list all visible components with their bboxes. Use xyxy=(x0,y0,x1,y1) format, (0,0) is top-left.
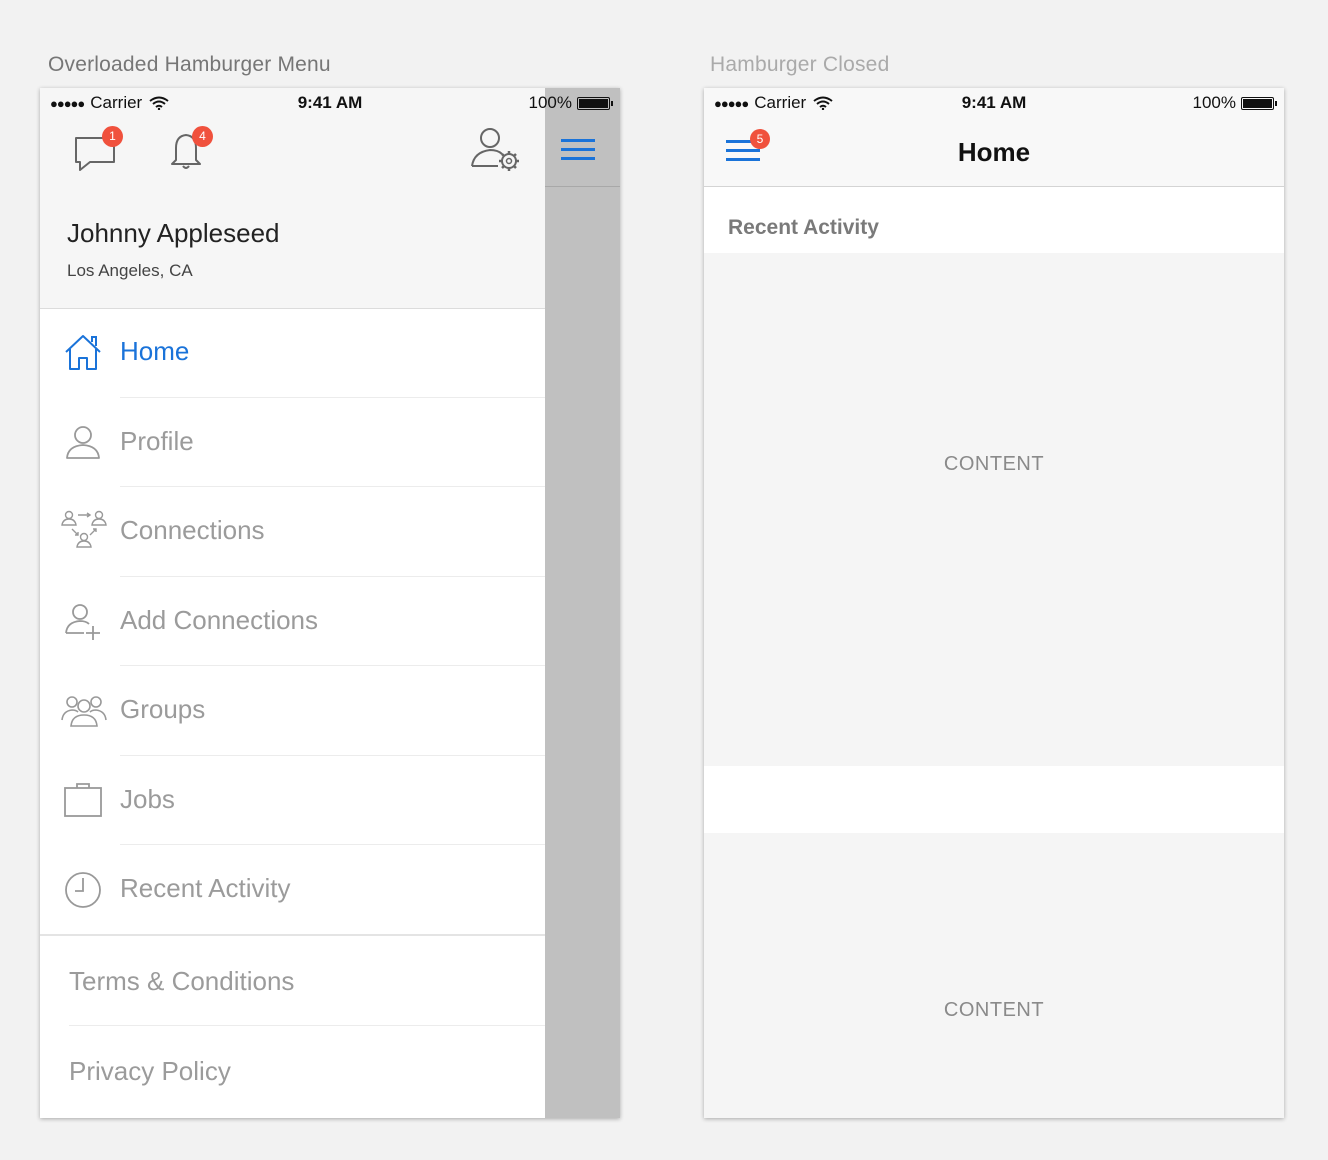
notifications-badge: 4 xyxy=(192,126,213,147)
nav-divider xyxy=(545,186,620,187)
menu-label-jobs: Jobs xyxy=(120,783,175,814)
home-icon xyxy=(65,335,101,370)
menu-item-connections[interactable]: Connections xyxy=(40,487,545,577)
menu-item-home[interactable]: Home xyxy=(40,308,545,398)
connections-icon xyxy=(61,510,107,548)
menu-label-home: Home xyxy=(120,336,190,366)
side-drawer: ●●●●● Carrier 9:41 AM 100% 1 4 Johnny Ap… xyxy=(40,88,613,1118)
nav-bar: ●●●●● Carrier 9:41 AM 100% 5 Home xyxy=(704,88,1284,187)
menu-label-add-connections: Add Connections xyxy=(120,604,319,635)
phone-menu-closed: ●●●●● Carrier 9:41 AM 100% 5 Home Recent… xyxy=(704,88,1284,1118)
menu-item-add-connections[interactable]: Add Connections xyxy=(40,577,545,666)
menu-item-recent-activity[interactable]: Recent Activity xyxy=(40,845,545,935)
content-label: CONTENT xyxy=(943,999,1045,1021)
menu-item-jobs[interactable]: Jobs xyxy=(40,756,545,845)
menu-label-groups: Groups xyxy=(120,694,206,724)
user-location: Los Angeles, CA xyxy=(67,261,193,280)
menu-item-groups[interactable]: Groups xyxy=(40,666,545,756)
groups-icon xyxy=(61,696,107,727)
section-header: Recent Activity xyxy=(704,187,1284,253)
briefcase-icon xyxy=(64,782,102,817)
content-block: CONTENT xyxy=(704,253,1284,766)
privacy-link[interactable]: Privacy Policy xyxy=(40,1026,545,1116)
battery-percent: 100% xyxy=(528,93,572,112)
status-bar: ●●●●● Carrier 9:41 AM 100% xyxy=(40,88,620,120)
messages-button[interactable]: 1 xyxy=(74,126,124,172)
battery-percent: 100% xyxy=(1192,93,1236,112)
hamburger-icon[interactable] xyxy=(561,136,595,164)
add-person-icon xyxy=(65,603,100,640)
section-header-label: Recent Activity xyxy=(728,216,879,239)
notifications-button[interactable]: 4 xyxy=(168,126,218,172)
menu-label-profile: Profile xyxy=(120,425,194,456)
page-title: Home xyxy=(957,137,1031,167)
person-icon xyxy=(66,425,100,459)
battery-icon xyxy=(1241,96,1277,110)
phone-menu-open: ●●●●● Carrier 9:41 AM 100% 1 4 Johnny Ap… xyxy=(40,88,620,1118)
drawer-footer: Terms & Conditions Privacy Policy xyxy=(40,934,545,1116)
content-divider xyxy=(704,766,1284,833)
content-label: CONTENT xyxy=(943,453,1045,475)
terms-label: Terms & Conditions xyxy=(69,966,295,996)
caption-right: Hamburger Closed xyxy=(710,53,890,76)
menu-item-profile[interactable]: Profile xyxy=(40,398,545,487)
terms-link[interactable]: Terms & Conditions xyxy=(40,936,545,1026)
privacy-label: Privacy Policy xyxy=(69,1056,231,1086)
drawer-header: ●●●●● Carrier 9:41 AM 100% 1 4 Johnny Ap… xyxy=(40,88,613,309)
caption-left: Overloaded Hamburger Menu xyxy=(48,53,331,76)
content-block: CONTENT xyxy=(704,833,1284,1118)
status-bar: ●●●●● Carrier 9:41 AM 100% xyxy=(704,88,1284,120)
battery-icon xyxy=(577,96,613,110)
user-settings-icon[interactable] xyxy=(470,126,522,174)
menu-label-connections: Connections xyxy=(120,515,265,545)
messages-badge: 1 xyxy=(102,126,123,147)
clock-icon xyxy=(65,872,101,908)
user-name: Johnny Appleseed xyxy=(67,218,280,248)
menu-label-recent-activity: Recent Activity xyxy=(120,873,291,903)
drawer-menu: Home Profile Connections Add Connections… xyxy=(40,308,545,935)
